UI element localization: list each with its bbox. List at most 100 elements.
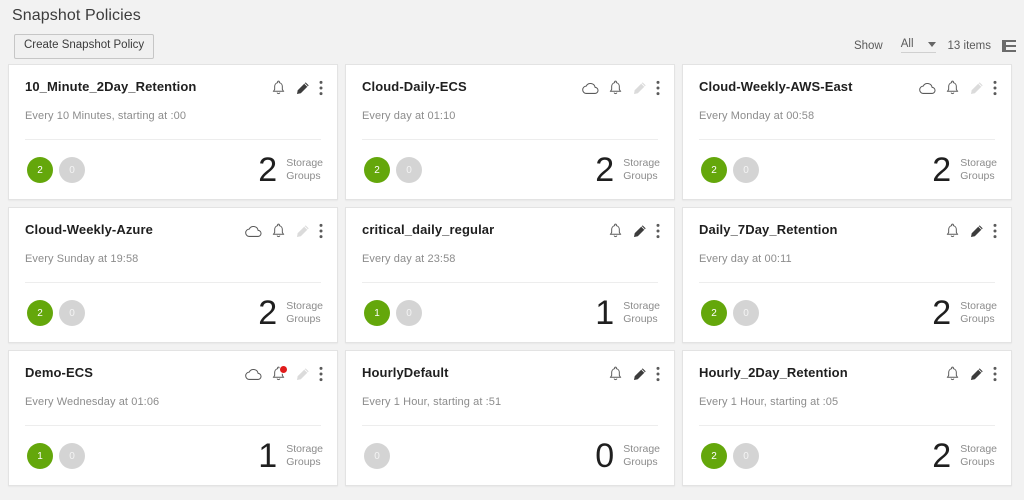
- notification-bell-icon[interactable]: [608, 80, 623, 96]
- more-options-kebab-icon[interactable]: [656, 223, 660, 239]
- edit-pencil-icon[interactable]: [295, 367, 310, 382]
- card-footer: 1 0 1 StorageGroups: [9, 427, 337, 485]
- policy-card[interactable]: HourlyDefaultEvery 1 Hour, starting at :…: [345, 350, 675, 486]
- policy-name: Daily_7Day_Retention: [699, 222, 838, 238]
- edit-pencil-icon[interactable]: [295, 81, 310, 96]
- storage-groups-label: StorageGroups: [960, 443, 997, 469]
- storage-groups-summary: 1 StorageGroups: [595, 299, 660, 328]
- storage-groups-label-line2: Groups: [623, 456, 657, 468]
- policy-card[interactable]: Cloud-Weekly-AWS-EastEvery Monday at 00:…: [682, 64, 1012, 200]
- show-filter-dropdown[interactable]: All: [901, 38, 936, 53]
- storage-groups-label: StorageGroups: [286, 157, 323, 183]
- page-title: Snapshot Policies: [0, 0, 1024, 25]
- card-footer: 202StorageGroups: [9, 141, 337, 199]
- item-count-label: 13 items: [948, 40, 991, 52]
- card-header: Daily_7Day_Retention: [683, 208, 1011, 239]
- status-badges: 20: [701, 157, 759, 183]
- status-badges: 20: [27, 300, 85, 326]
- more-options-kebab-icon[interactable]: [319, 80, 323, 96]
- card-action-icons: [945, 365, 997, 382]
- card-divider: [25, 139, 321, 140]
- storage-groups-label-line2: Groups: [623, 313, 657, 325]
- storage-groups-count: 1: [258, 442, 277, 471]
- cloud-icon: [582, 82, 599, 95]
- card-footer: 00StorageGroups: [346, 427, 674, 485]
- storage-groups-label-line2: Groups: [286, 313, 320, 325]
- storage-groups-count: 0: [595, 442, 614, 471]
- policy-name: Demo-ECS: [25, 365, 93, 381]
- policy-name: Hourly_2Day_Retention: [699, 365, 848, 381]
- card-footer: 10 1 StorageGroups: [346, 284, 674, 342]
- storage-groups-label: StorageGroups: [623, 157, 660, 183]
- card-action-icons: [945, 222, 997, 239]
- edit-pencil-icon[interactable]: [969, 81, 984, 96]
- policy-card[interactable]: critical_daily_regularEvery day at 23:58…: [345, 207, 675, 343]
- cloud-icon: [245, 225, 262, 238]
- create-snapshot-policy-button[interactable]: Create Snapshot Policy: [14, 34, 154, 59]
- storage-groups-label-line1: Storage: [286, 300, 323, 312]
- status-badges: 20: [364, 157, 422, 183]
- inactive-count-badge: 0: [396, 157, 422, 183]
- notification-bell-icon[interactable]: [945, 223, 960, 239]
- inactive-count-badge: 0: [396, 300, 422, 326]
- policy-card[interactable]: Daily_7Day_RetentionEvery day at 00:1120…: [682, 207, 1012, 343]
- policy-card[interactable]: Hourly_2Day_RetentionEvery 1 Hour, start…: [682, 350, 1012, 486]
- more-options-kebab-icon[interactable]: [656, 80, 660, 96]
- storage-groups-count: 1: [595, 299, 614, 328]
- notification-bell-icon[interactable]: [945, 80, 960, 96]
- inactive-count-badge: 0: [59, 443, 85, 469]
- show-label: Show: [854, 40, 883, 52]
- storage-groups-count: 2: [595, 156, 614, 185]
- status-badges: 0: [364, 443, 390, 469]
- status-badges: 10: [364, 300, 422, 326]
- policy-schedule: Every day at 23:58: [346, 239, 674, 265]
- card-action-icons: [245, 222, 323, 239]
- storage-groups-label: StorageGroups: [623, 300, 660, 326]
- cloud-icon: [919, 82, 936, 95]
- more-options-kebab-icon[interactable]: [993, 366, 997, 382]
- notification-bell-icon[interactable]: [608, 223, 623, 239]
- edit-pencil-icon[interactable]: [295, 224, 310, 239]
- card-header: 10_Minute_2Day_Retention: [9, 65, 337, 96]
- notification-bell-icon[interactable]: [608, 366, 623, 382]
- more-options-kebab-icon[interactable]: [319, 223, 323, 239]
- storage-groups-summary: 1 StorageGroups: [258, 442, 323, 471]
- policy-card[interactable]: Cloud-Weekly-AzureEvery Sunday at 19:582…: [8, 207, 338, 343]
- list-view-icon[interactable]: [1002, 40, 1016, 52]
- inactive-count-badge: 0: [364, 443, 390, 469]
- card-header: Cloud-Weekly-Azure: [9, 208, 337, 239]
- card-action-icons: [608, 222, 660, 239]
- edit-pencil-icon[interactable]: [632, 224, 647, 239]
- inactive-count-badge: 0: [733, 300, 759, 326]
- policy-schedule: Every Monday at 00:58: [683, 96, 1011, 122]
- card-footer: 202StorageGroups: [683, 141, 1011, 199]
- more-options-kebab-icon[interactable]: [993, 80, 997, 96]
- policy-schedule: Every 1 Hour, starting at :05: [683, 382, 1011, 408]
- policy-card[interactable]: Demo-ECSEvery Wednesday at 01:06 1 0 1 Stora…: [8, 350, 338, 486]
- storage-groups-label: StorageGroups: [286, 443, 323, 469]
- card-action-icons: [245, 365, 323, 382]
- edit-pencil-icon[interactable]: [632, 367, 647, 382]
- notification-bell-icon[interactable]: [271, 80, 286, 96]
- storage-groups-count: 2: [258, 156, 277, 185]
- storage-groups-label-line1: Storage: [960, 300, 997, 312]
- more-options-kebab-icon[interactable]: [993, 223, 997, 239]
- policy-name: Cloud-Weekly-AWS-East: [699, 79, 853, 95]
- policy-schedule: Every Wednesday at 01:06: [9, 382, 337, 408]
- notification-bell-icon[interactable]: [945, 366, 960, 382]
- edit-pencil-icon[interactable]: [632, 81, 647, 96]
- policy-schedule: Every 10 Minutes, starting at :00: [9, 96, 337, 122]
- policy-card-grid: 10_Minute_2Day_RetentionEvery 10 Minutes…: [0, 64, 1024, 486]
- policy-schedule: Every 1 Hour, starting at :51: [346, 382, 674, 408]
- notification-bell-icon[interactable]: [271, 366, 286, 382]
- card-divider: [362, 282, 658, 283]
- edit-pencil-icon[interactable]: [969, 367, 984, 382]
- more-options-kebab-icon[interactable]: [319, 366, 323, 382]
- more-options-kebab-icon[interactable]: [656, 366, 660, 382]
- edit-pencil-icon[interactable]: [969, 224, 984, 239]
- policy-card[interactable]: 10_Minute_2Day_RetentionEvery 10 Minutes…: [8, 64, 338, 200]
- storage-groups-summary: 2 StorageGroups: [595, 156, 660, 185]
- notification-bell-icon[interactable]: [271, 223, 286, 239]
- policy-card[interactable]: Cloud-Daily-ECSEvery day at 01:10202Stor…: [345, 64, 675, 200]
- storage-groups-count: 2: [932, 442, 951, 471]
